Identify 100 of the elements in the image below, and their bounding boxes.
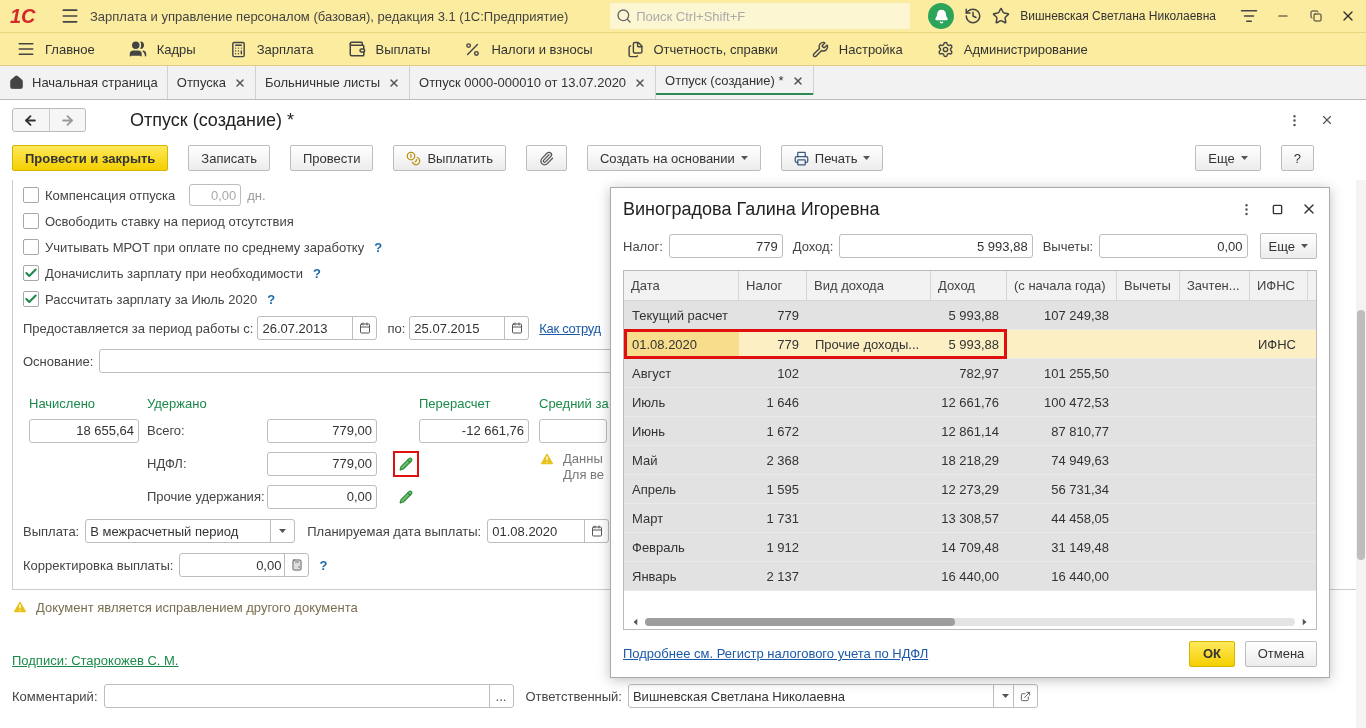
section-menu-item[interactable]: Налоги и взносы [464,40,593,58]
summary-field[interactable]: 0,00 [1099,234,1248,258]
column-header[interactable]: Дата [624,271,739,300]
close-icon[interactable] [634,76,647,89]
maximize-icon[interactable] [1272,203,1283,215]
user-name[interactable]: Вишневская Светлана Николаевна [1020,9,1216,23]
amount-field[interactable]: 779,00 [267,451,377,476]
table-row[interactable]: Текущий расчет 779 5 993,88 107 249,38 [624,301,1316,330]
column-header[interactable]: Зачтен... [1180,271,1250,300]
document-tab[interactable]: Отпуска [167,66,256,99]
scrollbar-thumb[interactable] [645,618,955,626]
register-link[interactable]: Подробнее см. Регистр налогового учета по НДФЛ [623,646,1179,661]
amount-field[interactable]: 0,00 [267,484,377,509]
column-header[interactable]: Доход [931,271,1007,300]
table-cell-text: Апрель [631,480,678,499]
table-row[interactable]: Март 1 731 13 308,57 44 458,05 [624,504,1316,533]
scroll-right-icon[interactable] [1302,618,1307,626]
table-row[interactable]: Апрель 1 595 12 273,29 56 731,34 [624,475,1316,504]
checkbox[interactable] [23,187,39,203]
summary-field[interactable]: 779 [668,234,783,258]
table-row[interactable]: Май 2 368 18 218,29 74 949,63 [624,446,1316,475]
table-row[interactable]: Февраль 1 912 14 709,48 31 149,48 [624,533,1316,562]
amount-field[interactable]: 0,00 [179,553,310,577]
notifications-button[interactable] [928,3,955,29]
filter-icon[interactable] [1240,7,1258,25]
table-cell-text: 101 255,50 [1042,364,1110,383]
history-icon[interactable] [964,7,983,25]
section-menu-item[interactable]: Главное [17,40,95,58]
section-menu-item[interactable]: Кадры [128,40,196,58]
amount-field[interactable]: -12 661,76 [419,418,529,443]
to-label: по: [387,320,406,336]
section-menu-item[interactable]: Настройка [811,40,903,58]
toolbar-button[interactable]: Выплатить [393,145,506,171]
section-menu-item[interactable]: Администрирование [936,40,1088,58]
document-tab[interactable]: Отпуск 0000-000010 от 13.07.2020 [410,66,657,99]
table-row[interactable]: Январь 2 137 16 440,00 16 440,00 [624,562,1316,591]
more-button[interactable]: Еще [1259,233,1317,259]
toolbar-button[interactable]: Печать [780,145,884,171]
table-cell-text: Май [631,451,659,470]
help-link[interactable]: ? [374,239,383,255]
menu-icon[interactable] [60,6,80,26]
date-field[interactable]: 25.07.2015 [409,316,530,340]
toolbar-button[interactable]: Записать [188,145,270,171]
summary-field[interactable]: 5 993,88 [839,234,1033,258]
table-row[interactable]: 01.08.2020 779 Прочие доходы... 5 993,88 ИФНС [624,330,1316,359]
close-icon[interactable] [388,76,401,89]
help-link[interactable]: ? [313,265,321,281]
amount-field[interactable]: 779,00 [267,418,377,443]
document-tab[interactable]: Начальная страница [0,66,168,99]
date-field[interactable]: 26.07.2013 [257,316,378,340]
toolbar-button[interactable]: Провести [289,145,374,171]
help-link[interactable]: ? [267,291,276,307]
scroll-left-icon[interactable] [633,618,638,626]
responsible-field[interactable]: Вишневская Светлана Николаевна [627,684,1038,708]
edit-button[interactable] [393,450,419,477]
close-icon[interactable] [791,74,804,87]
close-icon[interactable] [1320,113,1334,127]
ok-button[interactable]: ОК [1189,640,1235,667]
help-link[interactable]: ? [319,557,328,573]
cancel-button[interactable]: Отмена [1245,640,1317,667]
table-row[interactable]: Август 102 782,97 101 255,50 [624,359,1316,388]
section-menu-item[interactable]: Отчетность, справки [626,40,778,58]
section-menu-item[interactable]: Выплаты [347,40,431,58]
wallet-icon [347,40,366,58]
calculator-icon [229,40,247,58]
help-link[interactable]: Как сотруд [539,320,601,336]
restore-icon[interactable] [1310,10,1322,22]
scrollbar-thumb[interactable] [1357,310,1365,560]
document-tab[interactable]: Больничные листы [255,66,411,99]
toolbar-button[interactable]: Еще [1195,145,1261,171]
signatures-link[interactable]: Подписи: Старокожев С. М. [12,653,179,668]
section-menu-item[interactable]: Зарплата [229,40,314,58]
toolbar-button[interactable]: Создать на основании [586,145,761,171]
table-row[interactable]: Июнь 1 672 12 861,14 87 810,77 [624,417,1316,446]
document-tab[interactable]: Отпуск (создание) * [656,66,814,95]
select-button[interactable]: ... [488,685,513,707]
amount-field[interactable]: 18 655,64 [29,418,139,443]
checkbox[interactable] [23,291,39,307]
table-row[interactable]: Июль 1 646 12 661,76 100 472,53 [624,388,1316,417]
average-field[interactable] [539,418,607,443]
date-field[interactable]: 01.08.2020 [487,519,610,543]
arrow-left-icon [23,112,39,128]
checkbox[interactable] [23,213,39,229]
comment-field[interactable]: ... [103,684,514,708]
column-header[interactable]: Налог [739,271,807,300]
column-header[interactable]: ИФНС [1250,271,1308,300]
column-header[interactable]: Вид дохода [807,271,931,300]
checkbox[interactable] [23,239,39,255]
payment-select[interactable]: В межрасчетный период [85,519,296,543]
table-cell-text: 13 308,57 [940,509,1000,528]
checkbox[interactable] [23,265,39,281]
search-icon [616,8,633,24]
settings-icon [936,40,954,58]
star-icon[interactable] [992,7,1011,25]
toolbar-button[interactable]: Провести и закрыть [12,145,169,171]
column-header[interactable]: Вычеты [1117,271,1180,300]
attach-button[interactable] [525,145,567,171]
column-header[interactable]: (с начала года) [1007,271,1117,300]
close-icon[interactable] [233,76,246,89]
toolbar-button[interactable]: ? [1280,145,1314,171]
